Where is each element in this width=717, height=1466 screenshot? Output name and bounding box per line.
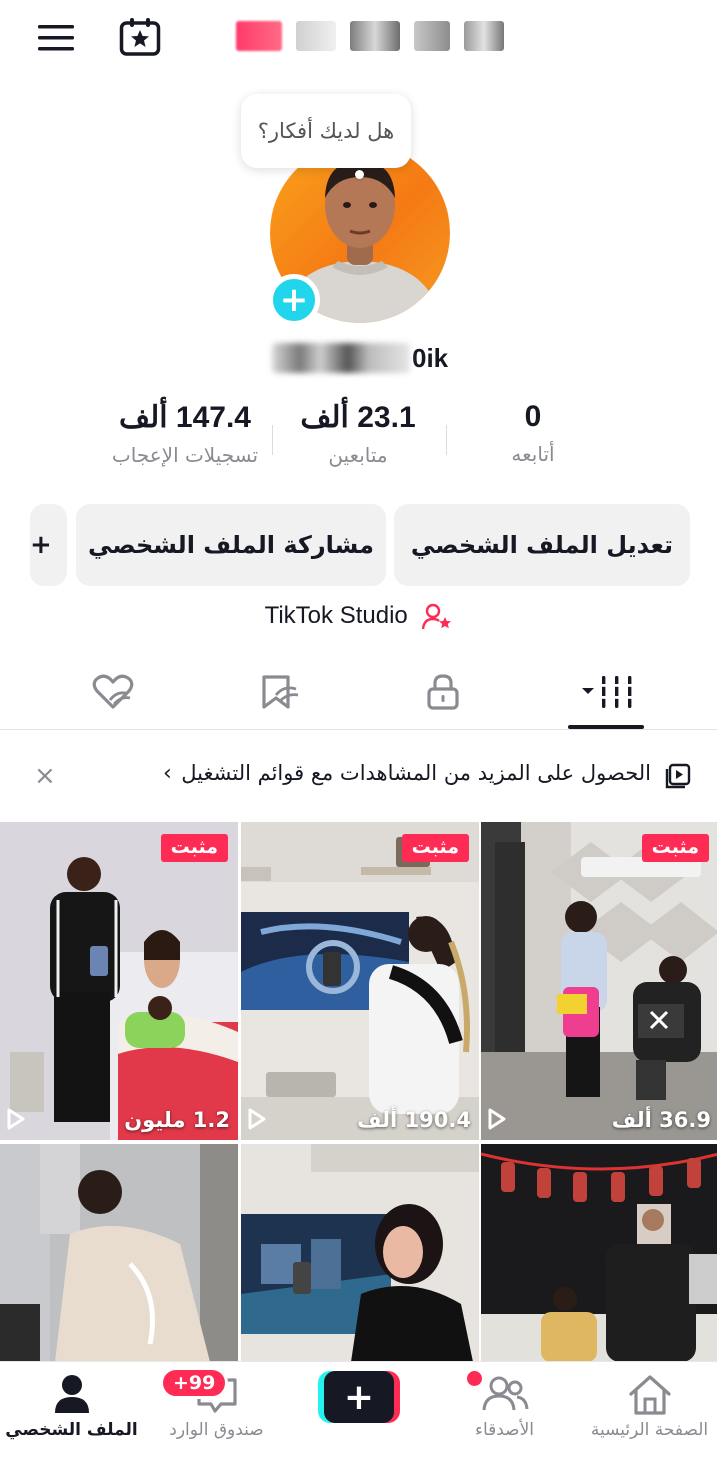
nav-profile-label: الملف الشخصي	[5, 1420, 138, 1440]
play-icon	[488, 1108, 506, 1130]
nav-friends[interactable]: الأصدقاء	[433, 1362, 576, 1466]
stats-divider	[446, 425, 447, 455]
view-count: 190.4 ألف	[357, 1108, 471, 1132]
blurred-username-part	[272, 343, 410, 373]
playlist-banner[interactable]: × ‹ الحصول على المزيد من المشاهدات مع قو…	[0, 745, 717, 807]
pinned-badge: مثبت	[641, 834, 709, 862]
tooltip-pointer	[355, 170, 364, 179]
share-profile-button[interactable]: مشاركة الملف الشخصي	[76, 504, 386, 586]
tab-liked[interactable]	[68, 664, 158, 720]
chevron-left-icon: ‹	[163, 761, 172, 786]
video-thumbnail[interactable]	[241, 1144, 479, 1362]
studio-label: TikTok Studio	[264, 602, 408, 629]
nav-friends-label: الأصدقاء	[474, 1420, 535, 1440]
followers-label: متابعين	[328, 443, 388, 467]
video-thumbnail[interactable]: مثبت 1.2 مليون	[0, 822, 238, 1140]
view-count: 36.9 ألف	[611, 1108, 711, 1132]
following-count: 0	[524, 400, 542, 433]
blurred-account-name[interactable]	[236, 20, 504, 52]
create-button[interactable]: +	[318, 1371, 400, 1423]
grid-videos-icon	[582, 676, 636, 708]
content-tabs	[0, 650, 717, 730]
heart-hidden-icon	[92, 674, 134, 709]
nav-home[interactable]: الصفحة الرئيسية	[578, 1362, 717, 1466]
inbox-badge: +99	[160, 1367, 229, 1399]
view-count: 1.2 مليون	[124, 1108, 230, 1132]
nav-inbox-label: صندوق الوارد	[169, 1420, 264, 1440]
stat-likes[interactable]: 147.4 ألف تسجيلات الإعجاب	[105, 400, 265, 467]
nav-profile[interactable]: الملف الشخصي	[0, 1362, 143, 1466]
close-icon[interactable]: ×	[34, 761, 56, 791]
add-story-button[interactable]: +	[268, 274, 320, 326]
video-thumbnail[interactable]	[481, 1144, 717, 1362]
friends-icon	[482, 1376, 528, 1411]
user-star-icon	[422, 603, 452, 629]
pinned-badge: مثبت	[160, 834, 228, 862]
video-thumbnail[interactable]: مثبت 190.4 ألف	[241, 822, 479, 1140]
bottom-nav: الصفحة الرئيسية الأصدقاء + صندوق الوارد …	[0, 1361, 717, 1466]
video-grid: مثبت 36.9 ألف مثبت 190.4 ألف مثبت 1.2 مل…	[0, 822, 717, 1362]
stats-row: 147.4 ألف تسجيلات الإعجاب 23.1 ألف متابع…	[0, 400, 717, 480]
following-label: أتابعه	[511, 442, 555, 466]
tab-videos[interactable]	[563, 664, 653, 720]
likes-label: تسجيلات الإعجاب	[111, 443, 259, 467]
active-tab-indicator	[568, 725, 644, 729]
bookmark-hidden-icon	[262, 675, 299, 709]
video-thumbnail[interactable]	[0, 1144, 238, 1362]
banner-text: الحصول على المزيد من المشاهدات مع قوائم …	[181, 761, 651, 785]
play-icon	[7, 1108, 25, 1130]
stat-followers[interactable]: 23.1 ألف متابعين	[288, 400, 428, 467]
nav-home-label: الصفحة الرئيسية	[590, 1420, 709, 1440]
ideas-tooltip[interactable]: هل لديك أفكار؟	[241, 94, 411, 168]
pinned-badge: مثبت	[401, 834, 469, 862]
edit-profile-button[interactable]: تعديل الملف الشخصي	[394, 504, 690, 586]
username: 0ik	[272, 338, 448, 378]
home-icon	[628, 1375, 671, 1415]
likes-count: 147.4 ألف	[119, 401, 251, 434]
playlist-icon	[665, 763, 691, 789]
menu-icon[interactable]	[38, 24, 74, 52]
play-icon	[248, 1108, 266, 1130]
friends-notification-dot	[467, 1371, 482, 1386]
plus-icon: +	[343, 1376, 375, 1418]
lock-icon	[427, 674, 459, 710]
stat-following[interactable]: 0 أتابعه	[480, 400, 586, 466]
tab-favorites[interactable]	[235, 664, 325, 720]
profile-icon	[54, 1375, 89, 1413]
tiktok-studio-link[interactable]: TikTok Studio	[0, 602, 717, 631]
followers-count: 23.1 ألف	[300, 401, 416, 434]
top-bar	[0, 0, 717, 80]
username-suffix: 0ik	[412, 342, 449, 373]
stats-divider	[272, 425, 273, 455]
add-friends-button[interactable]: +	[30, 504, 67, 586]
tab-private[interactable]	[398, 664, 488, 720]
video-thumbnail[interactable]: مثبت 36.9 ألف	[481, 822, 717, 1140]
calendar-star-icon[interactable]	[119, 17, 161, 57]
